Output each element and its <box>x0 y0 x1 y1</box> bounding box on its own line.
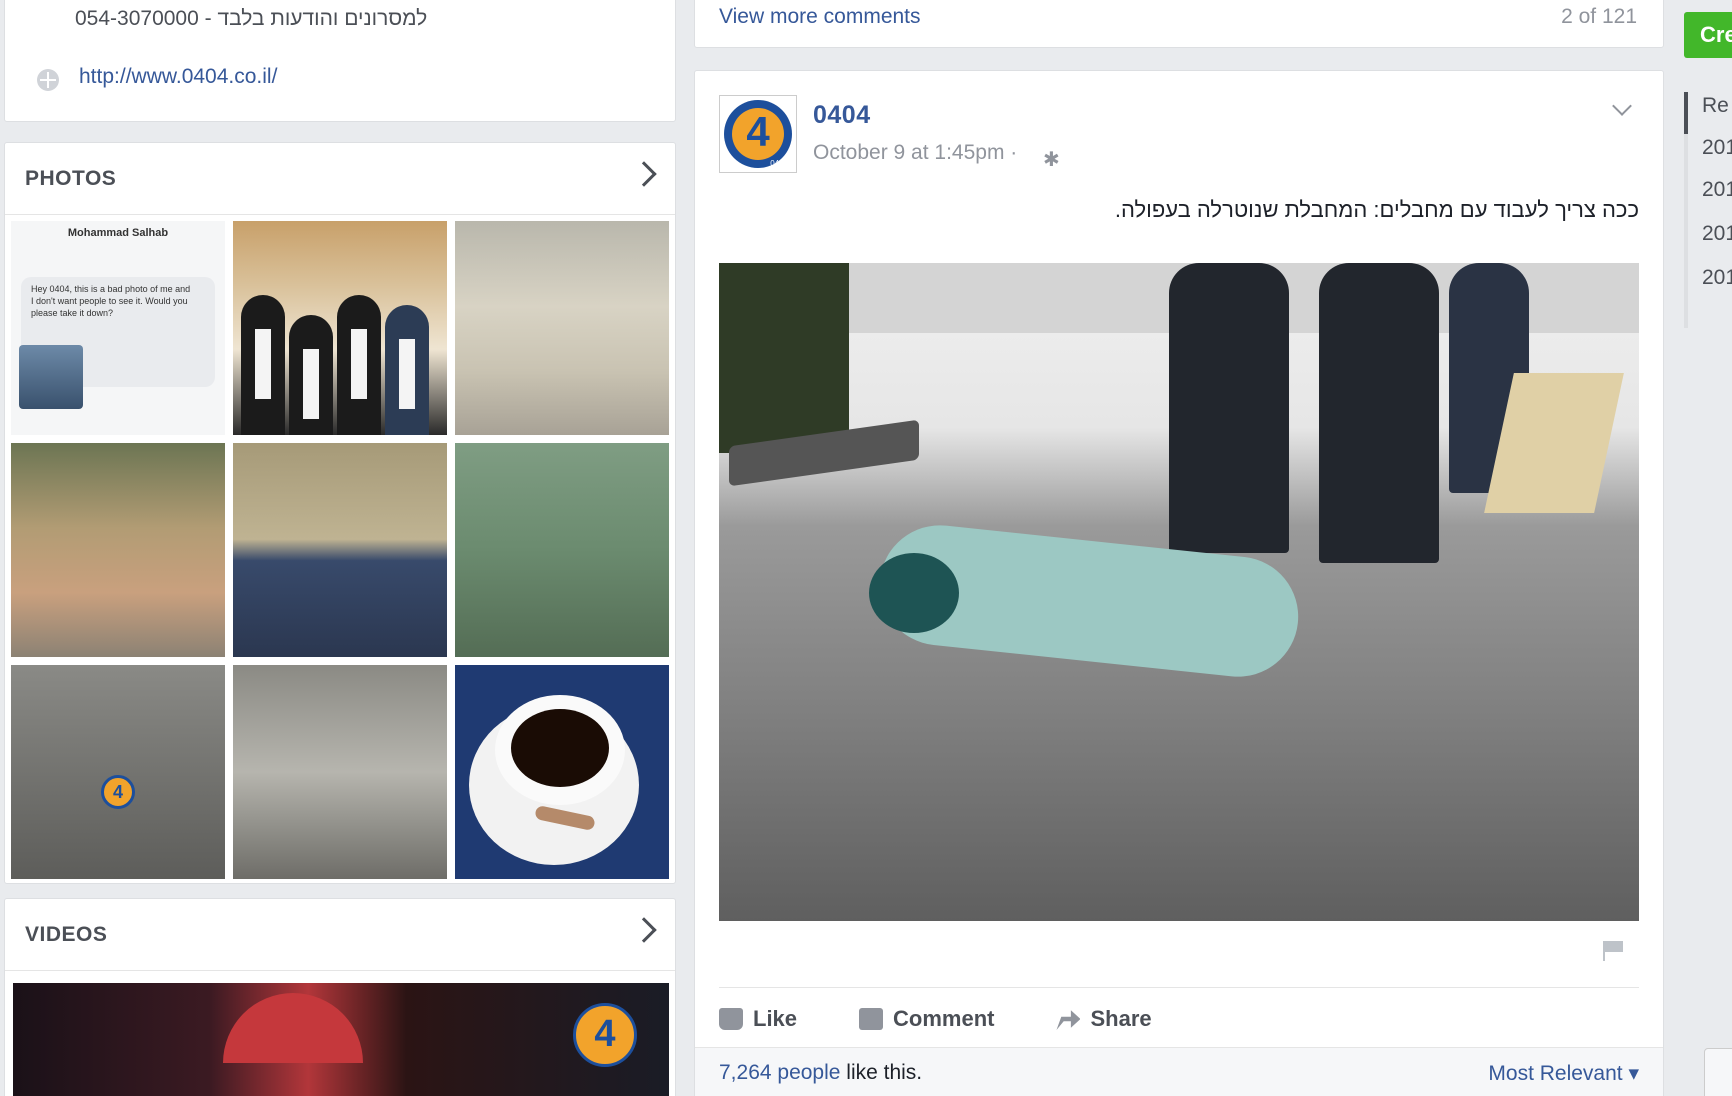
comment-button[interactable]: Comment <box>859 999 994 1039</box>
divider <box>719 987 1639 988</box>
page-name-link[interactable]: 0404 <box>813 101 871 130</box>
photo-thumbnail[interactable] <box>233 221 447 435</box>
chat-tab[interactable] <box>1704 1048 1732 1096</box>
year-nav-item[interactable]: 201 <box>1702 136 1732 160</box>
avatar-logo-text: 4 <box>746 108 770 155</box>
post-photo[interactable] <box>719 263 1639 921</box>
year-nav-active <box>1684 92 1688 134</box>
year-nav-item[interactable]: 201 <box>1702 222 1732 246</box>
comments-count: 2 of 121 <box>1561 5 1637 28</box>
post-meta: October 9 at 1:45pm · <box>813 141 1017 165</box>
video-frame-shape <box>223 993 363 1063</box>
post-actions: Like Comment Share <box>719 999 1152 1039</box>
avatar-small-text: 0404 <box>770 159 788 168</box>
coffee-shape <box>511 709 609 787</box>
photo-thumbnail[interactable] <box>233 665 447 879</box>
likes-summary: 7,264 people like this. <box>719 1061 922 1085</box>
photo-thumbnail[interactable] <box>455 221 669 435</box>
comment-bubble-icon <box>859 1008 884 1030</box>
photo-grid: Mohammad Salhab Hey 0404, this is a bad … <box>11 221 671 879</box>
person-figure <box>289 315 333 435</box>
post-card: 4 0404 0404 October 9 at 1:45pm · ✱ ככה … <box>694 70 1664 1096</box>
person-figure <box>337 295 381 435</box>
public-gear-icon[interactable]: ✱ <box>1043 147 1060 172</box>
year-nav-item[interactable]: 201 <box>1702 266 1732 290</box>
photo-thumbnail[interactable]: 4 <box>11 665 225 879</box>
flag-icon[interactable] <box>1603 941 1625 961</box>
create-button[interactable]: Cre <box>1684 12 1732 58</box>
photo-thumbnail[interactable] <box>455 443 669 657</box>
photo-figure <box>1169 263 1289 553</box>
comments-bar: View more comments 2 of 121 <box>694 0 1664 48</box>
person-figure <box>241 295 285 435</box>
person-figure <box>385 305 429 435</box>
screenshot-message: Hey 0404, this is a bad photo of me and … <box>31 284 191 318</box>
chevron-right-icon[interactable] <box>631 161 657 187</box>
likes-suffix: like this. <box>840 1061 923 1084</box>
likes-count-link[interactable]: 7,264 people <box>719 1061 840 1084</box>
photo-thumbnail[interactable]: Mohammad Salhab Hey 0404, this is a bad … <box>11 221 225 435</box>
year-nav-item[interactable]: Re <box>1702 94 1729 118</box>
photo-figure <box>1319 263 1439 563</box>
logo-badge-icon: 4 <box>101 775 135 809</box>
chevron-right-icon[interactable] <box>631 917 657 943</box>
attached-image <box>19 345 83 409</box>
post-timestamp[interactable]: October 9 at 1:45pm <box>813 141 1004 164</box>
photos-title: PHOTOS <box>25 167 117 190</box>
photo-figure <box>869 553 959 633</box>
videos-header[interactable]: VIDEOS <box>5 899 675 971</box>
year-nav-track <box>1684 92 1688 328</box>
sort-dropdown[interactable]: Most Relevant ▾ <box>1488 1061 1639 1086</box>
share-label: Share <box>1090 1006 1152 1031</box>
view-more-comments-link[interactable]: View more comments <box>719 5 921 29</box>
video-thumbnail[interactable]: 4 <box>13 983 669 1096</box>
website-link[interactable]: http://www.0404.co.il/ <box>79 65 277 89</box>
about-phone-text: 054-3070000 - למסרונים והודעות בלבד <box>75 7 428 30</box>
photo-thumbnail[interactable] <box>455 665 669 879</box>
about-card: 054-3070000 - למסרונים והודעות בלבד http… <box>4 0 676 122</box>
photo-thumbnail[interactable] <box>11 443 225 657</box>
videos-title: VIDEOS <box>25 923 108 946</box>
like-button[interactable]: Like <box>719 999 797 1039</box>
page-avatar[interactable]: 4 0404 <box>719 95 797 173</box>
screenshot-sender: Mohammad Salhab <box>67 227 169 239</box>
comment-label: Comment <box>893 1006 995 1031</box>
globe-icon <box>37 69 59 91</box>
like-label: Like <box>753 1006 798 1031</box>
photo-region <box>719 263 849 453</box>
year-nav-item[interactable]: 201 <box>1702 178 1732 202</box>
videos-card: VIDEOS 4 <box>4 898 676 1096</box>
photos-card: PHOTOS Mohammad Salhab Hey 0404, this is… <box>4 142 676 884</box>
photos-header[interactable]: PHOTOS <box>5 143 675 215</box>
share-arrow-icon <box>1056 1010 1081 1030</box>
share-button[interactable]: Share <box>1056 999 1152 1039</box>
thumbs-up-icon <box>719 1008 743 1030</box>
meta-separator: · <box>1010 141 1018 164</box>
post-text: ככה צריך לעבוד עם מחבלים: המחבלת שנוטרלה… <box>1114 197 1639 222</box>
chevron-down-icon[interactable] <box>1612 96 1632 116</box>
photo-thumbnail[interactable] <box>233 443 447 657</box>
logo-badge-icon: 4 <box>573 1003 637 1067</box>
